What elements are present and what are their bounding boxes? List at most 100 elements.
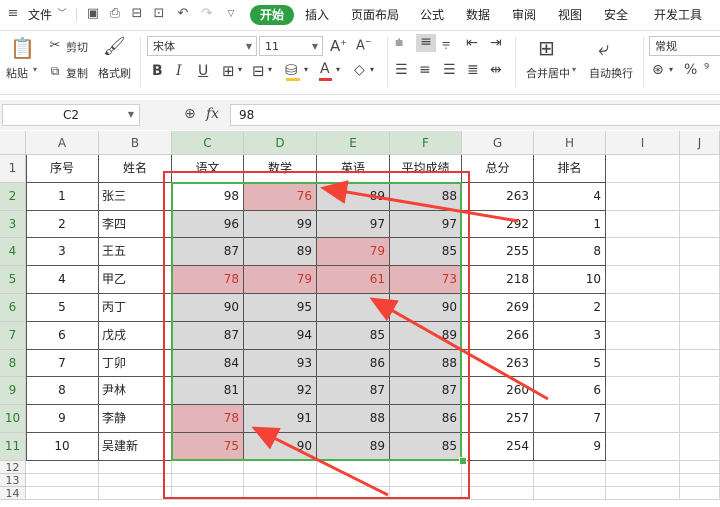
print-icon[interactable]: ⊟ (130, 7, 144, 21)
distribute-icon[interactable]: ⇹ (490, 62, 502, 78)
table-cell[interactable] (680, 294, 720, 322)
table-cell[interactable]: 257 (462, 405, 534, 433)
row-header[interactable]: 10 (0, 405, 26, 433)
tab-security[interactable]: 安全 (604, 0, 628, 30)
table-cell[interactable]: 9 (26, 405, 99, 433)
font-color-icon[interactable]: A (320, 61, 330, 77)
cut-button[interactable]: 剪切 (66, 39, 88, 55)
tab-review[interactable]: 审阅 (512, 0, 536, 30)
row-header[interactable]: 9 (0, 377, 26, 406)
table-cell[interactable]: 4 (534, 182, 606, 211)
table-cell[interactable]: 姓名 (99, 155, 172, 183)
increase-indent-icon[interactable]: ⇥ (490, 35, 502, 51)
table-cell[interactable]: 5 (534, 349, 606, 378)
table-cell[interactable]: 1 (534, 210, 606, 239)
table-cell[interactable]: 7 (534, 405, 606, 433)
table-cell[interactable] (462, 486, 534, 500)
column-header[interactable]: B (99, 131, 172, 155)
chevron-down-icon[interactable]: ▾ (304, 65, 308, 74)
wrap-text-button[interactable]: 自动换行 (589, 65, 633, 81)
align-left-icon[interactable]: ☰ (395, 62, 408, 78)
clear-icon[interactable]: ◇ (354, 62, 365, 78)
column-header[interactable]: I (606, 131, 680, 155)
fx-icon[interactable]: fx (206, 106, 219, 122)
table-cell[interactable] (606, 210, 680, 239)
table-cell[interactable]: 丁卯 (99, 349, 172, 378)
table-cell[interactable] (606, 460, 680, 474)
table-cell[interactable] (606, 155, 680, 183)
table-cell[interactable] (99, 473, 172, 487)
table-cell[interactable]: 甲乙 (99, 266, 172, 294)
table-cell[interactable] (606, 349, 680, 378)
table-cell[interactable] (680, 349, 720, 378)
table-cell[interactable] (680, 266, 720, 294)
table-cell[interactable] (680, 182, 720, 211)
chevron-down-icon[interactable]: ▾ (370, 65, 374, 74)
table-cell[interactable] (680, 321, 720, 350)
font-size-select[interactable]: 11 ▼ (259, 36, 323, 56)
spreadsheet-grid[interactable]: A B C D E F G H I J 1 序号 姓名 语文 数学 英语 平均成绩 总分 排名 2 1 张三 98 76 89 8… (0, 131, 720, 507)
table-cell[interactable]: 269 (462, 294, 534, 322)
table-cell[interactable]: 李静 (99, 405, 172, 433)
table-cell[interactable] (680, 377, 720, 406)
chevron-down-icon[interactable]: ▾ (268, 65, 272, 74)
increase-font-icon[interactable]: A+ (330, 37, 347, 55)
table-cell[interactable] (26, 486, 99, 500)
print-preview-icon[interactable]: ⎙ (108, 7, 122, 21)
number-format-select[interactable]: 常规 (649, 36, 720, 56)
table-cell[interactable] (680, 238, 720, 267)
table-cell[interactable]: 4 (26, 266, 99, 294)
align-center-icon[interactable]: ≡ (419, 62, 431, 78)
table-cell[interactable] (606, 433, 680, 461)
table-cell[interactable] (534, 473, 606, 487)
select-all-corner[interactable] (0, 131, 26, 155)
paste-icon[interactable]: 📋 (10, 36, 35, 62)
row-header[interactable]: 2 (0, 182, 26, 211)
table-cell[interactable] (606, 486, 680, 500)
file-menu[interactable]: 文件 (28, 0, 52, 30)
table-cell[interactable]: 6 (534, 377, 606, 406)
table-cell[interactable] (680, 405, 720, 433)
justify-icon[interactable]: ≣ (467, 62, 479, 78)
column-header[interactable]: E (317, 131, 390, 155)
column-header[interactable]: D (244, 131, 317, 155)
tab-formulas[interactable]: 公式 (420, 0, 444, 30)
chevron-down-icon[interactable]: ▾ (572, 65, 576, 74)
table-cell[interactable]: 排名 (534, 155, 606, 183)
tab-developer[interactable]: 开发工具 (654, 0, 702, 30)
row-header[interactable]: 7 (0, 321, 26, 350)
table-cell[interactable] (680, 460, 720, 474)
table-cell[interactable]: 260 (462, 377, 534, 406)
table-cell[interactable]: 9 (534, 433, 606, 461)
table-cell[interactable] (462, 473, 534, 487)
row-header[interactable]: 4 (0, 238, 26, 267)
table-cell[interactable]: 255 (462, 238, 534, 267)
decrease-indent-icon[interactable]: ⇤ (466, 35, 478, 51)
table-cell[interactable]: 丙丁 (99, 294, 172, 322)
table-cell[interactable] (606, 266, 680, 294)
percent-button[interactable]: % (684, 62, 697, 78)
table-cell[interactable] (606, 294, 680, 322)
table-cell[interactable]: 266 (462, 321, 534, 350)
format-painter-button[interactable]: 格式刷 (98, 65, 131, 81)
table-cell[interactable]: 2 (534, 294, 606, 322)
row-header[interactable]: 6 (0, 294, 26, 322)
cell-style-icon[interactable]: ⊟ (252, 62, 265, 80)
table-cell[interactable]: 10 (534, 266, 606, 294)
row-header[interactable]: 3 (0, 210, 26, 239)
zoom-icon[interactable]: ⊕ (184, 106, 196, 122)
table-cell[interactable]: 2 (26, 210, 99, 239)
table-cell[interactable] (680, 210, 720, 239)
align-top-icon[interactable]: ⩧ (395, 35, 403, 51)
table-cell[interactable] (606, 321, 680, 350)
table-cell[interactable] (99, 486, 172, 500)
table-cell[interactable]: 263 (462, 349, 534, 378)
table-cell[interactable]: 3 (534, 321, 606, 350)
merge-center-icon[interactable]: ⊞ (538, 36, 555, 60)
table-cell[interactable] (462, 460, 534, 474)
borders-icon[interactable]: ⊞ (222, 62, 235, 80)
chevron-down-icon[interactable]: ﹀ (55, 7, 69, 21)
table-cell[interactable]: 戊戌 (99, 321, 172, 350)
table-cell[interactable] (606, 377, 680, 406)
tab-page-layout[interactable]: 页面布局 (351, 0, 399, 30)
